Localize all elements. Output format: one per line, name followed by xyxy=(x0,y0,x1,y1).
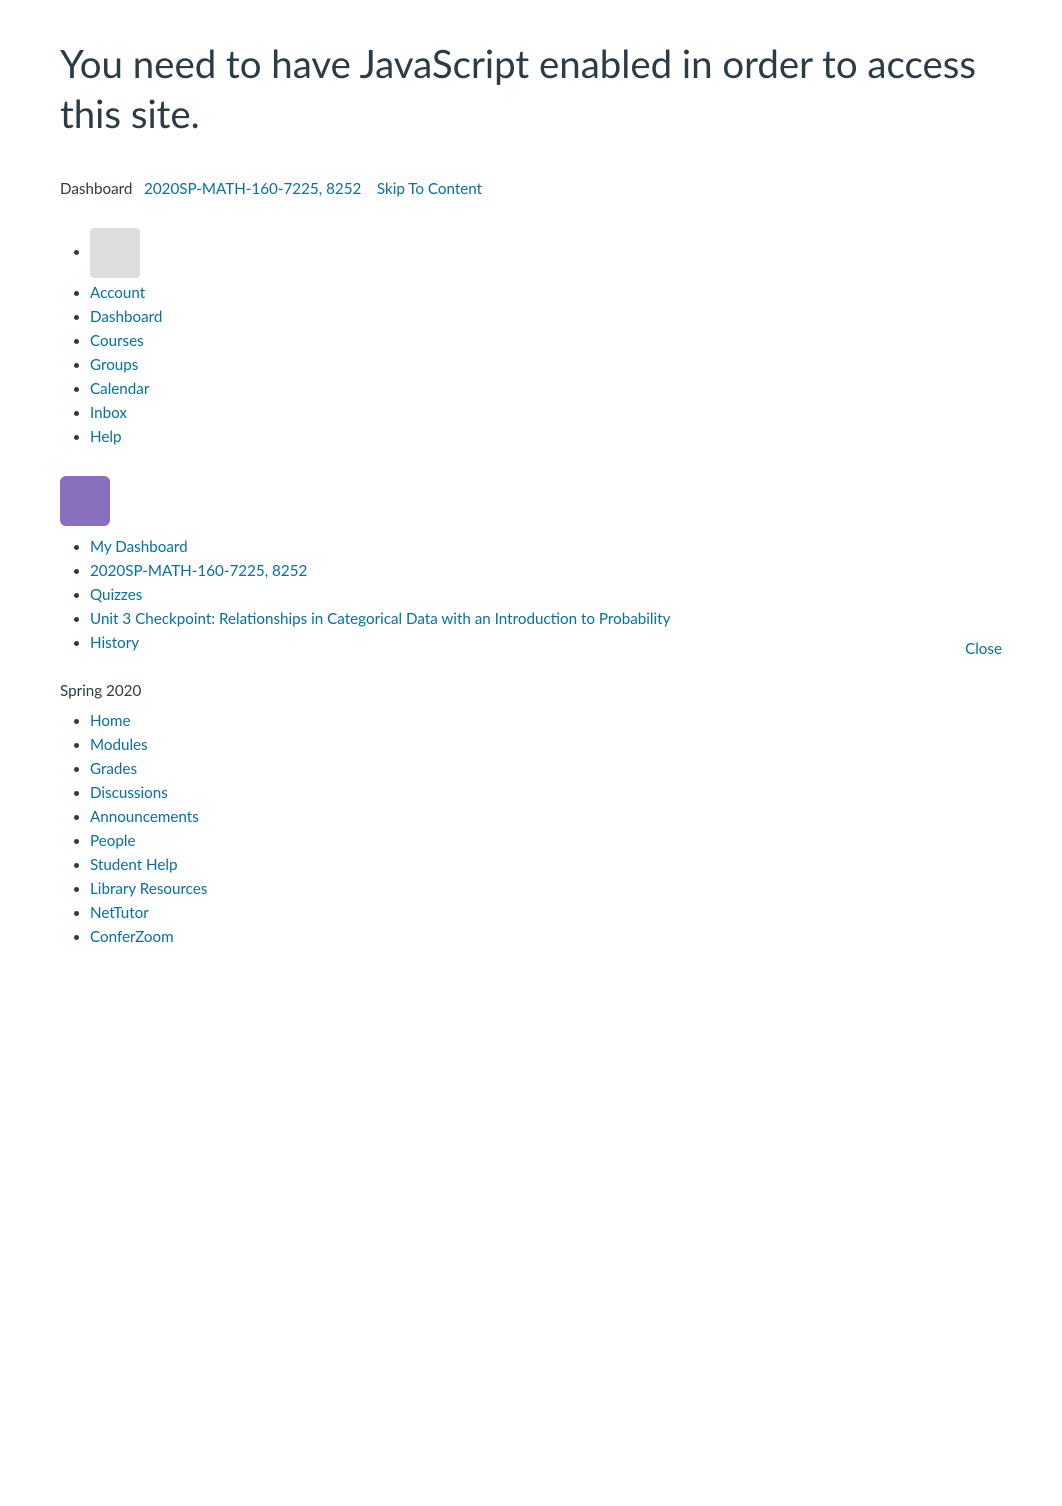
list-item: Unit 3 Checkpoint: Relationships in Cate… xyxy=(90,610,1002,628)
course-nav-link[interactable]: Grades xyxy=(90,760,137,778)
list-item: Student Help xyxy=(90,856,1002,874)
semester-label: Spring 2020 xyxy=(60,682,1002,700)
list-item: History xyxy=(90,634,1002,652)
user-avatar xyxy=(60,476,110,526)
list-item: ConferZoom xyxy=(90,928,1002,946)
list-item: Account xyxy=(90,284,1002,302)
course-nav-link[interactable]: NetTutor xyxy=(90,904,149,922)
course-nav-link[interactable]: Library Resources xyxy=(90,880,207,898)
breadcrumb-dashboard: Dashboard xyxy=(60,180,132,198)
nav-link[interactable]: Courses xyxy=(90,332,144,350)
course-nav: Home Modules Grades Discussions Announcement… xyxy=(60,712,1002,946)
course-nav-link[interactable]: Modules xyxy=(90,736,148,754)
breadcrumb-course-link[interactable]: 2020SP-MATH-160-7225, 8252 xyxy=(144,180,361,198)
course-nav-link[interactable]: People xyxy=(90,832,135,850)
global-nav-list xyxy=(60,228,1002,278)
js-warning: You need to have JavaScript enabled in o… xyxy=(60,40,1002,140)
course-nav-link[interactable]: Student Help xyxy=(90,856,178,874)
list-item: Help xyxy=(90,428,1002,446)
course-nav-link[interactable]: ConferZoom xyxy=(90,928,174,946)
avatar-placeholder xyxy=(90,228,140,278)
list-item: Inbox xyxy=(90,404,1002,422)
course-nav-link[interactable]: Home xyxy=(90,712,130,730)
list-item: Grades xyxy=(90,760,1002,778)
course-nav-link[interactable]: Announcements xyxy=(90,808,199,826)
list-item: Modules xyxy=(90,736,1002,754)
list-item: Announcements xyxy=(90,808,1002,826)
nav-link[interactable]: Groups xyxy=(90,356,138,374)
list-item: My Dashboard xyxy=(90,538,1002,556)
nav-link[interactable]: Calendar xyxy=(90,380,149,398)
nav-link[interactable]: Inbox xyxy=(90,404,127,422)
course-panel-list: My Dashboard 2020SP-MATH-160-7225, 8252 Qu… xyxy=(60,538,1002,652)
list-item: Quizzes xyxy=(90,586,1002,604)
nav-link[interactable]: Dashboard xyxy=(90,308,162,326)
course-panel-link[interactable]: 2020SP-MATH-160-7225, 8252 xyxy=(90,562,307,580)
list-item xyxy=(90,228,1002,278)
list-item: Home xyxy=(90,712,1002,730)
course-nav-link[interactable]: Discussions xyxy=(90,784,168,802)
course-panel-link[interactable]: History xyxy=(90,634,139,652)
course-panel-link[interactable]: Quizzes xyxy=(90,586,142,604)
list-item: NetTutor xyxy=(90,904,1002,922)
nav-link[interactable]: Help xyxy=(90,428,121,446)
list-item: 2020SP-MATH-160-7225, 8252 xyxy=(90,562,1002,580)
js-warning-title: You need to have JavaScript enabled in o… xyxy=(60,40,1002,140)
list-item: Dashboard xyxy=(90,308,1002,326)
list-item: Library Resources xyxy=(90,880,1002,898)
list-item: Courses xyxy=(90,332,1002,350)
global-nav: Account Dashboard Courses Groups Calendar Inb… xyxy=(60,228,1002,446)
skip-to-content-link[interactable]: Skip To Content xyxy=(377,180,482,198)
list-item: Groups xyxy=(90,356,1002,374)
course-nav-list: Home Modules Grades Discussions Announcement… xyxy=(60,712,1002,946)
nav-link[interactable]: Account xyxy=(90,284,145,302)
list-item: Calendar xyxy=(90,380,1002,398)
course-panel-link[interactable]: Unit 3 Checkpoint: Relationships in Cate… xyxy=(90,610,670,628)
course-panel: My Dashboard 2020SP-MATH-160-7225, 8252 Qu… xyxy=(60,476,1002,652)
course-panel-link[interactable]: My Dashboard xyxy=(90,538,188,556)
global-nav-links: Account Dashboard Courses Groups Calendar Inb… xyxy=(60,284,1002,446)
list-item: People xyxy=(90,832,1002,850)
breadcrumb: Dashboard 2020SP-MATH-160-7225, 8252 Ski… xyxy=(60,180,1002,198)
list-item: Discussions xyxy=(90,784,1002,802)
